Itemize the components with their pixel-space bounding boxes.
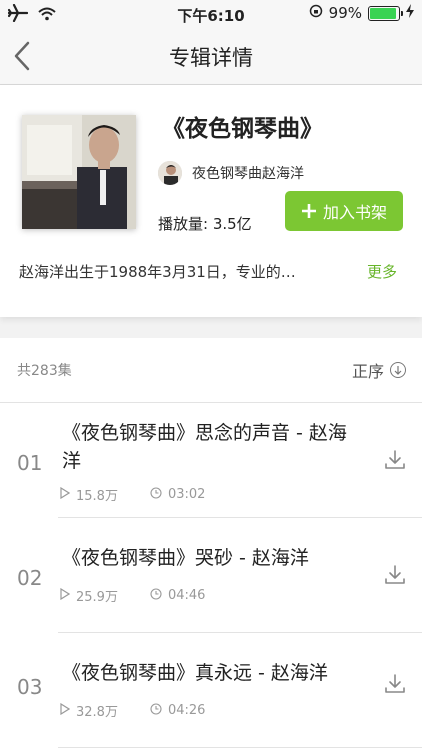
page-title: 专辑详情 [169,46,253,70]
status-bar: 下午6:10 99% [0,0,422,28]
track-plays: 25.9万 [76,590,118,605]
track-meta: 32.8万 04:26 [60,701,205,720]
play-icon [60,702,71,719]
album-title: 《夜色钢琴曲》 [162,116,323,142]
track-row[interactable]: 02 《夜色钢琴曲》哭砂 - 赵海洋 25.9万 04:46 [0,518,422,633]
track-title: 《夜色钢琴曲》哭砂 - 赵海洋 [62,547,309,569]
track-row[interactable]: 03 《夜色钢琴曲》真永远 - 赵海洋 32.8万 04:26 [0,633,422,748]
clock-icon [150,702,162,719]
play-icon [60,486,71,503]
download-button[interactable] [384,673,406,695]
track-duration: 04:46 [167,588,206,603]
track-title: 《夜色钢琴曲》真永远 - 赵海洋 [62,662,328,684]
track-plays: 15.8万 [76,489,118,504]
sort-toggle[interactable]: 正序 [352,358,406,382]
battery-icon [368,5,403,21]
row-divider [58,747,422,748]
album-cover[interactable] [22,115,136,229]
sort-label: 正序 [351,362,384,381]
track-duration: 04:26 [167,703,206,718]
play-icon [60,587,71,604]
artist-link[interactable]: 夜色钢琴曲赵海洋 [158,161,304,185]
artist-name: 夜色钢琴曲赵海洋 [192,166,304,182]
track-meta: 25.9万 04:46 [60,586,205,605]
download-icon [385,450,405,469]
add-to-shelf-button[interactable]: 加入书架 [285,191,403,231]
clock-icon [150,587,162,604]
track-plays: 32.8万 [76,705,118,720]
download-icon [385,565,405,584]
download-button[interactable] [384,449,406,471]
album-description: 赵海洋出生于1988年3月31日，专业的… [19,263,296,281]
nav-bar: 专辑详情 [0,28,422,85]
clock-icon [150,486,162,503]
list-header: 共283集 正序 [0,338,422,403]
track-title: 《夜色钢琴曲》思念的声音 - 赵海洋 [62,422,347,472]
plus-icon [301,201,317,221]
battery-percent: 99% [328,4,362,22]
download-button[interactable] [384,564,406,586]
track-duration: 03:02 [167,487,206,502]
track-meta: 15.8万 03:02 [60,485,205,504]
episode-count: 共283集 [17,363,72,379]
more-link[interactable]: 更多 [367,261,397,282]
sort-down-icon [390,362,406,378]
rotation-lock-icon [309,4,323,22]
track-number: 03 [17,675,43,699]
track-list: 共283集 正序 01 《夜色钢琴曲》思念的声音 - 赵海洋 15.8万 03:… [0,338,422,750]
download-icon [385,674,405,693]
play-count: 播放量: 3.5亿 [158,215,252,233]
avatar [158,161,182,185]
charging-icon [406,4,414,22]
track-number: 02 [17,566,43,590]
track-number: 01 [17,451,43,475]
album-header: 《夜色钢琴曲》 夜色钢琴曲赵海洋 播放量: 3.5亿 加入书架 赵海洋出生于19… [0,85,422,317]
add-to-shelf-label: 加入书架 [322,203,387,222]
track-row[interactable]: 01 《夜色钢琴曲》思念的声音 - 赵海洋 15.8万 03:02 [0,403,422,518]
